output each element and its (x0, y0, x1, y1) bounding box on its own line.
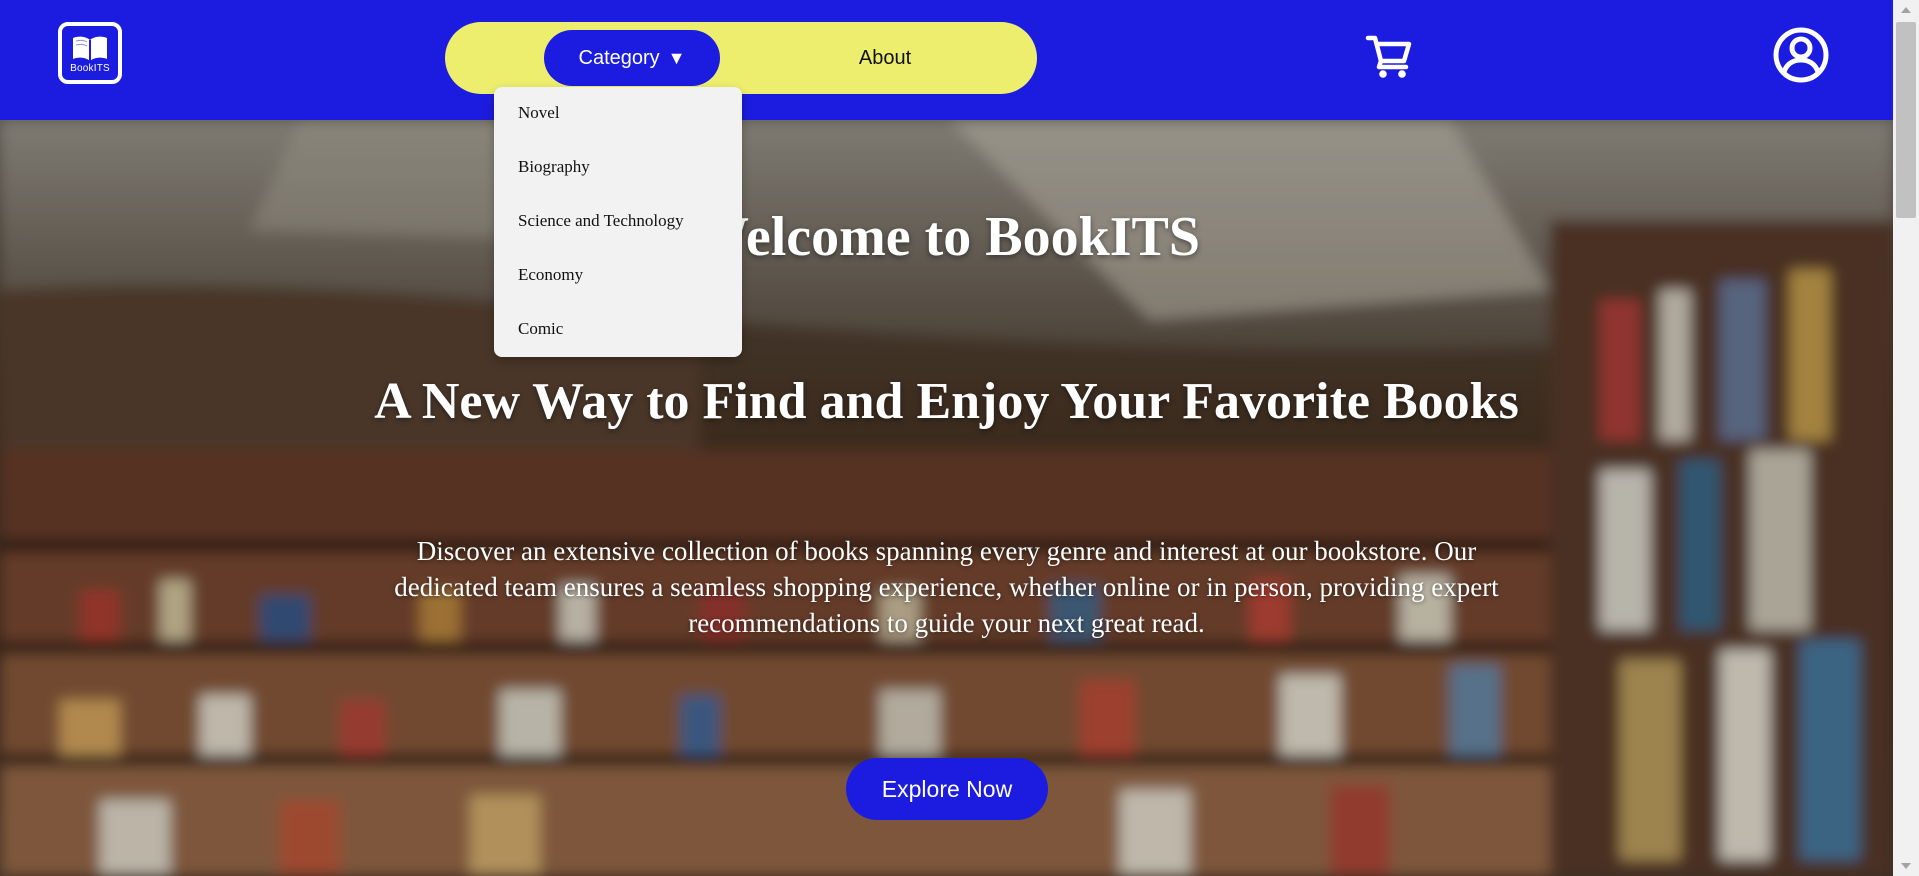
category-dropdown-menu: Novel Biography Science and Technology E… (494, 87, 742, 357)
open-book-icon (73, 36, 107, 61)
brand-logo[interactable]: BookITS (58, 22, 122, 84)
cart-button[interactable] (1364, 30, 1414, 80)
logo-text: BookITS (70, 63, 110, 74)
main-nav: Category ▼ About (445, 22, 1037, 94)
account-button[interactable] (1772, 26, 1830, 84)
hero-description: Discover an extensive collection of book… (394, 536, 1499, 638)
dropdown-item-comic[interactable]: Comic (518, 317, 563, 341)
top-nav-bar: BookITS Category ▼ About (0, 0, 1893, 120)
about-link[interactable]: About (820, 30, 950, 86)
welcome-heading: Welcome to BookITS (692, 206, 1201, 268)
user-circle-icon (1773, 27, 1829, 83)
category-label: Category (578, 46, 660, 69)
dropdown-item-novel[interactable]: Novel (518, 101, 560, 125)
caret-down-icon: ▼ (667, 47, 686, 68)
hero-section: Welcome to BookITS A New Way to Find and… (0, 120, 1893, 876)
dropdown-item-economy[interactable]: Economy (518, 263, 583, 287)
tagline-heading: A New Way to Find and Enjoy Your Favorit… (374, 373, 1519, 430)
dropdown-item-science-technology[interactable]: Science and Technology (518, 209, 684, 233)
dropdown-item-biography[interactable]: Biography (518, 155, 590, 179)
explore-now-button[interactable]: Explore Now (846, 758, 1048, 820)
scroll-down-arrow-icon[interactable] (1901, 863, 1911, 869)
category-dropdown-button[interactable]: Category ▼ (544, 30, 720, 86)
scrollbar-thumb[interactable] (1896, 22, 1916, 218)
shopping-cart-icon (1365, 35, 1412, 78)
scroll-up-arrow-icon[interactable] (1901, 7, 1911, 13)
page-scrollbar[interactable] (1893, 0, 1919, 876)
